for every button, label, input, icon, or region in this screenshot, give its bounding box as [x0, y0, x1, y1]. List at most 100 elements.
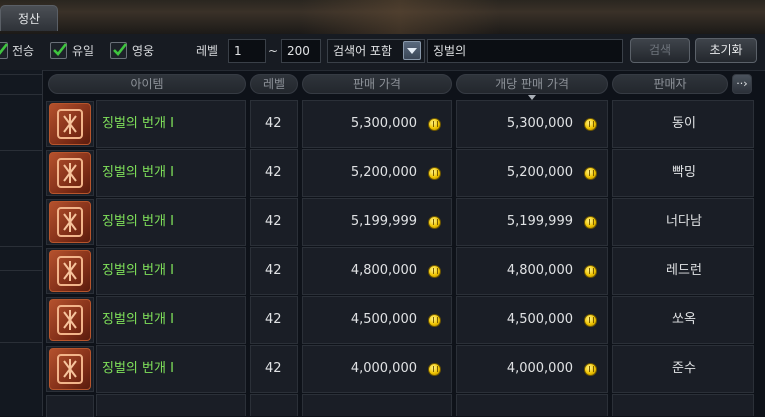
- check-icon: [113, 43, 128, 56]
- price-cell: 4,500,000: [302, 296, 452, 344]
- item-level: 42: [265, 165, 282, 180]
- level-label: 레벨: [196, 44, 219, 58]
- item-level: 42: [265, 312, 282, 327]
- table-header: 아이템 레벨 판매 가격 개당 판매 가격 판매자 ··›: [44, 70, 765, 100]
- chevron-down-icon: [407, 48, 417, 54]
- scroll-book-icon: [49, 299, 91, 341]
- level-cell: [250, 394, 298, 416]
- filter-bar: 전승 유일 영웅 레벨 1 ~ 200 검색어 포함 징벌의 검색 초기화: [0, 34, 765, 71]
- left-category-panel: [0, 70, 43, 416]
- item-name: 징벌의 번개 I: [102, 116, 174, 131]
- gold-coin-icon: [584, 167, 597, 180]
- more-columns-button[interactable]: ··›: [732, 74, 752, 94]
- table-row-empty: [44, 394, 765, 417]
- item-unit-price: 4,800,000: [506, 263, 573, 278]
- item-unit-price: 5,300,000: [506, 116, 573, 131]
- item-icon-slot: [46, 150, 94, 196]
- unit-price-cell: 4,800,000: [456, 247, 608, 295]
- seller-name: 준수: [672, 361, 696, 376]
- column-header-price[interactable]: 판매 가격: [302, 74, 452, 94]
- item-unit-price: 4,500,000: [506, 312, 573, 327]
- level-min-input[interactable]: 1: [228, 39, 266, 63]
- grade-label-2: 유일: [72, 44, 95, 58]
- item-unit-price: 4,000,000: [506, 361, 573, 376]
- level-cell: 42: [250, 296, 298, 344]
- column-header-unit-price[interactable]: 개당 판매 가격: [456, 74, 608, 100]
- level-cell: 42: [250, 198, 298, 246]
- item-icon-slot: [46, 297, 94, 343]
- gold-coin-icon: [428, 265, 441, 278]
- column-header-item[interactable]: 아이템: [48, 74, 246, 94]
- table-row[interactable]: 징벌의 번개 I 42 5,200,000 5,200,000 빡밍: [44, 149, 765, 197]
- unit-price-cell: [456, 394, 608, 416]
- unit-price-cell: 4,500,000: [456, 296, 608, 344]
- unit-price-cell: 5,300,000: [456, 100, 608, 148]
- item-cell: 징벌의 번개 I: [96, 149, 246, 197]
- gold-coin-icon: [428, 216, 441, 229]
- seller-cell: 레드런: [612, 247, 754, 295]
- level-max-input[interactable]: 200: [281, 39, 321, 63]
- item-icon-slot: [46, 101, 94, 147]
- column-header-level[interactable]: 레벨: [250, 74, 298, 94]
- price-cell: 4,000,000: [302, 345, 452, 393]
- gold-coin-icon: [584, 314, 597, 327]
- item-icon-slot: [46, 395, 94, 417]
- item-icon-slot: [46, 248, 94, 294]
- seller-name: 빡밍: [672, 165, 696, 180]
- gold-coin-icon: [584, 265, 597, 278]
- scroll-book-icon: [49, 201, 91, 243]
- tab-settlement[interactable]: 정산: [0, 5, 58, 31]
- item-icon-slot: [46, 346, 94, 392]
- seller-cell: 너다남: [612, 198, 754, 246]
- gold-coin-icon: [428, 314, 441, 327]
- gold-coin-icon: [584, 118, 597, 131]
- item-cell: 징벌의 번개 I: [96, 198, 246, 246]
- price-cell: 5,199,999: [302, 198, 452, 246]
- panel-divider: [0, 342, 42, 343]
- level-range-separator: ~: [268, 44, 279, 58]
- item-price: 4,500,000: [350, 312, 417, 327]
- table-row[interactable]: 징벌의 번개 I 42 4,500,000 4,500,000 쏘옥: [44, 296, 765, 344]
- panel-divider: [0, 246, 42, 247]
- search-button[interactable]: 검색: [630, 38, 690, 63]
- table-row[interactable]: 징벌의 번개 I 42 4,800,000 4,800,000 레드런: [44, 247, 765, 295]
- seller-name: 동이: [672, 116, 696, 131]
- item-icon-slot: [46, 199, 94, 245]
- grade-checkbox-3[interactable]: [110, 42, 128, 59]
- item-price: 4,000,000: [350, 361, 417, 376]
- item-name: 징벌의 번개 I: [102, 214, 174, 229]
- item-cell: 징벌의 번개 I: [96, 345, 246, 393]
- table-row[interactable]: 징벌의 번개 I 42 4,000,000 4,000,000 준수: [44, 345, 765, 393]
- grade-checkbox-2[interactable]: [50, 42, 68, 59]
- item-level: 42: [265, 214, 282, 229]
- seller-cell: [612, 394, 754, 416]
- item-name: 징벌의 번개 I: [102, 312, 174, 327]
- search-input[interactable]: 징벌의: [427, 39, 623, 63]
- item-name: 징벌의 번개 I: [102, 263, 174, 278]
- table-row[interactable]: 징벌의 번개 I 42 5,199,999 5,199,999 너다남: [44, 198, 765, 246]
- reset-button[interactable]: 초기화: [695, 38, 757, 63]
- scroll-book-icon: [49, 152, 91, 194]
- seller-cell: 쏘옥: [612, 296, 754, 344]
- item-unit-price: 5,199,999: [506, 214, 573, 229]
- seller-name: 레드런: [666, 263, 702, 278]
- item-cell: 징벌의 번개 I: [96, 100, 246, 148]
- item-price: 5,199,999: [350, 214, 417, 229]
- panel-divider: [0, 94, 42, 95]
- grade-checkbox-1[interactable]: [0, 42, 9, 59]
- seller-cell: 동이: [612, 100, 754, 148]
- level-cell: 42: [250, 345, 298, 393]
- window-top-strip: 정산: [0, 0, 765, 34]
- unit-price-cell: 4,000,000: [456, 345, 608, 393]
- gold-coin-icon: [584, 363, 597, 376]
- scroll-book-icon: [49, 348, 91, 390]
- table-row[interactable]: 징벌의 번개 I 42 5,300,000 5,300,000 동이: [44, 100, 765, 148]
- column-header-seller[interactable]: 판매자: [612, 74, 728, 94]
- search-mode-dropdown-button[interactable]: [403, 41, 421, 60]
- panel-divider: [0, 270, 42, 271]
- item-name: 징벌의 번개 I: [102, 165, 174, 180]
- price-cell: 4,800,000: [302, 247, 452, 295]
- item-level: 42: [265, 116, 282, 131]
- price-cell: 5,300,000: [302, 100, 452, 148]
- item-level: 42: [265, 263, 282, 278]
